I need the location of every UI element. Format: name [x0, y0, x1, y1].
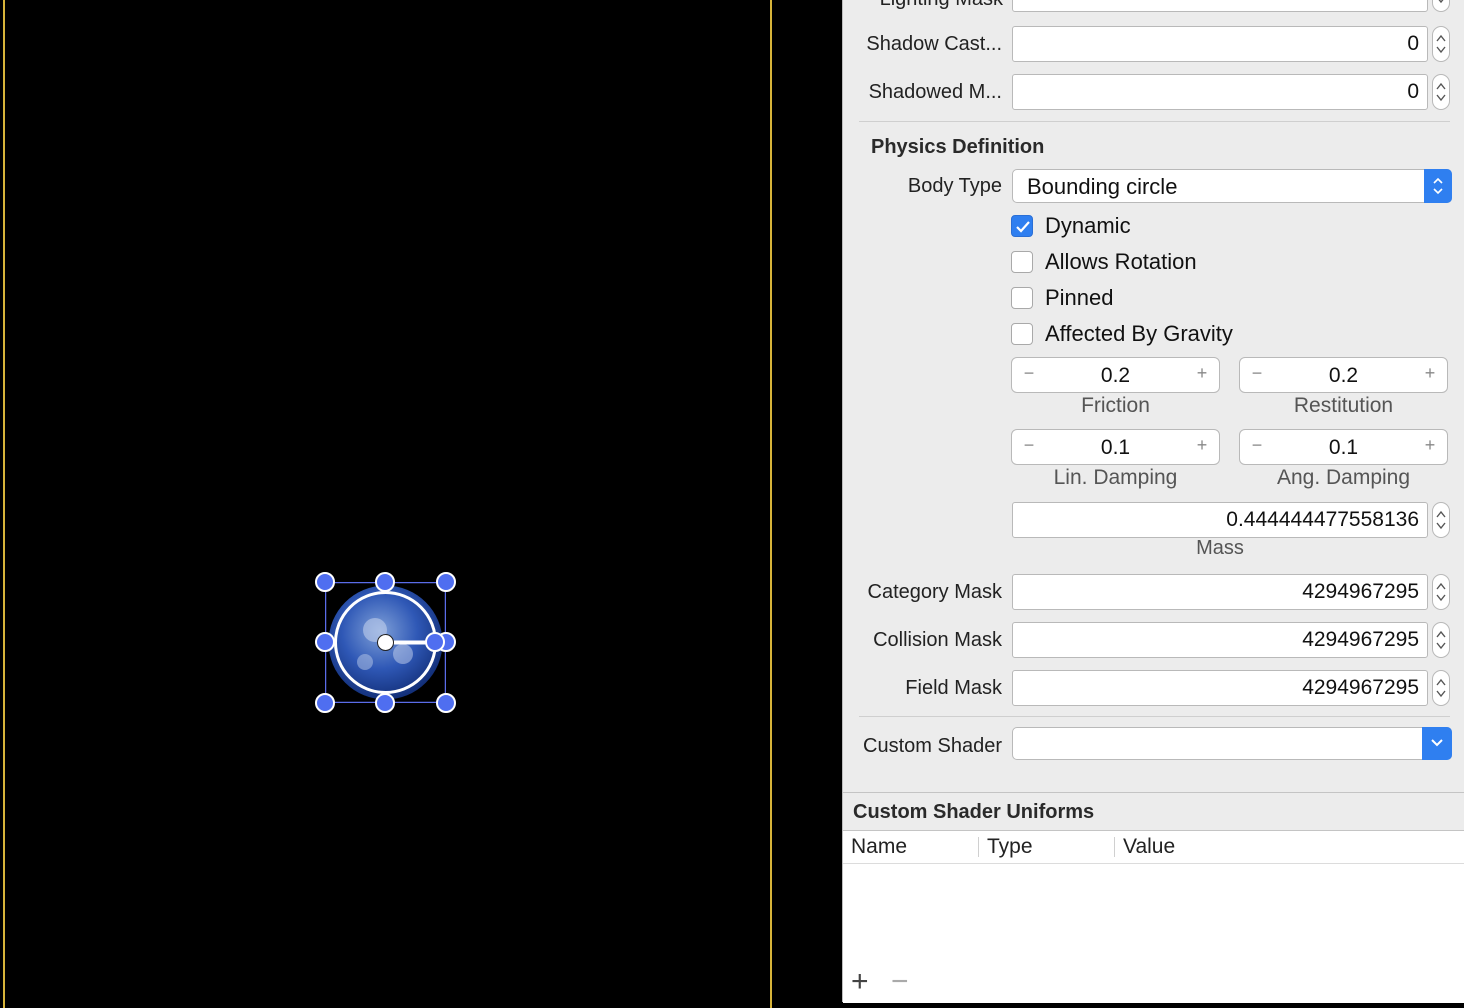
friction-value[interactable]: 0.2: [1042, 364, 1189, 388]
custom-shader-label: Custom Shader: [863, 735, 1002, 757]
up-down-arrows-icon: [1438, 0, 1444, 4]
divider: [859, 121, 1450, 122]
friction-stepper[interactable]: − 0.2 +: [1011, 357, 1220, 393]
lighting-mask-field[interactable]: 0: [1012, 0, 1428, 12]
restitution-decrement-button[interactable]: −: [1245, 363, 1269, 384]
lin-damping-decrement-button[interactable]: −: [1017, 435, 1041, 456]
mass-stepper[interactable]: [1432, 502, 1450, 538]
column-divider: [1114, 837, 1115, 857]
field-mask-stepper[interactable]: [1432, 670, 1450, 706]
lin-damping-stepper[interactable]: − 0.1 +: [1011, 429, 1220, 465]
custom-shader-dropdown-button[interactable]: [1422, 727, 1452, 760]
category-mask-field[interactable]: 4294967295: [1012, 574, 1428, 610]
affected-by-gravity-checkbox[interactable]: [1011, 323, 1033, 345]
up-down-arrows-icon: [1436, 510, 1446, 530]
lin-damping-increment-button[interactable]: +: [1190, 435, 1214, 456]
friction-increment-button[interactable]: +: [1190, 363, 1214, 384]
body-type-popup[interactable]: Bounding circle: [1012, 169, 1452, 203]
up-down-arrows-icon: [1436, 582, 1446, 602]
ang-damping-value[interactable]: 0.1: [1270, 436, 1417, 460]
remove-uniform-button[interactable]: −: [891, 967, 909, 997]
custom-shader-uniforms-title: Custom Shader Uniforms: [853, 801, 1095, 823]
column-divider: [978, 837, 979, 857]
lighting-mask-label: Lighting Mask: [853, 0, 1003, 11]
category-mask-stepper[interactable]: [1432, 574, 1450, 610]
restitution-stepper[interactable]: − 0.2 +: [1239, 357, 1448, 393]
scene-frame: [3, 0, 772, 1008]
column-header-name[interactable]: Name: [851, 835, 907, 859]
lin-damping-value[interactable]: 0.1: [1042, 436, 1189, 460]
uniforms-table[interactable]: Name Type Value + −: [843, 830, 1464, 1003]
up-down-arrows-icon: [1436, 82, 1446, 102]
shadowed-mask-label: Shadowed M...: [868, 81, 1002, 103]
up-down-arrows-icon: [1436, 34, 1446, 54]
pinned-label[interactable]: Pinned: [1045, 285, 1114, 311]
field-mask-label: Field Mask: [905, 677, 1002, 699]
ang-damping-increment-button[interactable]: +: [1418, 435, 1442, 456]
collision-mask-label: Collision Mask: [873, 629, 1002, 651]
category-mask-label: Category Mask: [867, 581, 1003, 603]
body-type-label: Body Type: [907, 175, 1002, 197]
up-down-arrows-icon: [1436, 630, 1446, 650]
selection-handles[interactable]: [310, 568, 470, 718]
shadow-cast-label: Shadow Cast...: [866, 33, 1002, 55]
dynamic-checkbox[interactable]: [1011, 215, 1033, 237]
ang-damping-decrement-button[interactable]: −: [1245, 435, 1269, 456]
custom-shader-combo[interactable]: [1012, 727, 1452, 760]
restitution-caption: Restitution: [1293, 394, 1394, 417]
body-type-value: Bounding circle: [1027, 174, 1178, 199]
dynamic-label[interactable]: Dynamic: [1045, 213, 1131, 239]
affected-by-gravity-label[interactable]: Affected By Gravity: [1045, 321, 1233, 347]
attributes-inspector: Lighting Mask 0 Shadow Cast... 0 Shadowe…: [842, 0, 1464, 1003]
physics-definition-title: Physics Definition: [871, 136, 1045, 158]
collision-mask-field[interactable]: 4294967295: [1012, 622, 1428, 658]
collision-mask-stepper[interactable]: [1432, 622, 1450, 658]
chevron-updown-icon: [1433, 177, 1443, 195]
add-uniform-button[interactable]: +: [851, 967, 869, 997]
column-header-type[interactable]: Type: [987, 835, 1033, 859]
pinned-checkbox[interactable]: [1011, 287, 1033, 309]
allows-rotation-label[interactable]: Allows Rotation: [1045, 249, 1197, 275]
shadow-cast-field[interactable]: 0: [1012, 26, 1428, 62]
friction-decrement-button[interactable]: −: [1017, 363, 1041, 384]
restitution-increment-button[interactable]: +: [1418, 363, 1442, 384]
section-divider: [843, 792, 1464, 793]
restitution-value[interactable]: 0.2: [1270, 364, 1417, 388]
uniforms-table-header: Name Type Value: [843, 831, 1464, 864]
column-header-value[interactable]: Value: [1123, 835, 1175, 859]
friction-caption: Friction: [1081, 394, 1150, 417]
field-mask-field[interactable]: 4294967295: [1012, 670, 1428, 706]
body-type-popup-button[interactable]: [1424, 169, 1452, 203]
shadowed-mask-field[interactable]: 0: [1012, 74, 1428, 110]
ang-damping-stepper[interactable]: − 0.1 +: [1239, 429, 1448, 465]
checkmark-icon: [1016, 221, 1030, 233]
ang-damping-caption: Ang. Damping: [1276, 466, 1411, 489]
allows-rotation-checkbox[interactable]: [1011, 251, 1033, 273]
lighting-mask-stepper[interactable]: [1432, 0, 1450, 12]
divider: [859, 716, 1450, 717]
shadow-cast-stepper[interactable]: [1432, 26, 1450, 62]
shadowed-mask-stepper[interactable]: [1432, 74, 1450, 110]
lin-damping-caption: Lin. Damping: [1053, 466, 1178, 489]
up-down-arrows-icon: [1436, 678, 1446, 698]
scene-canvas[interactable]: [0, 0, 842, 1008]
chevron-down-icon: [1431, 739, 1443, 747]
mass-field[interactable]: 0.444444477558136: [1012, 502, 1428, 538]
mass-caption: Mass: [1196, 537, 1244, 559]
